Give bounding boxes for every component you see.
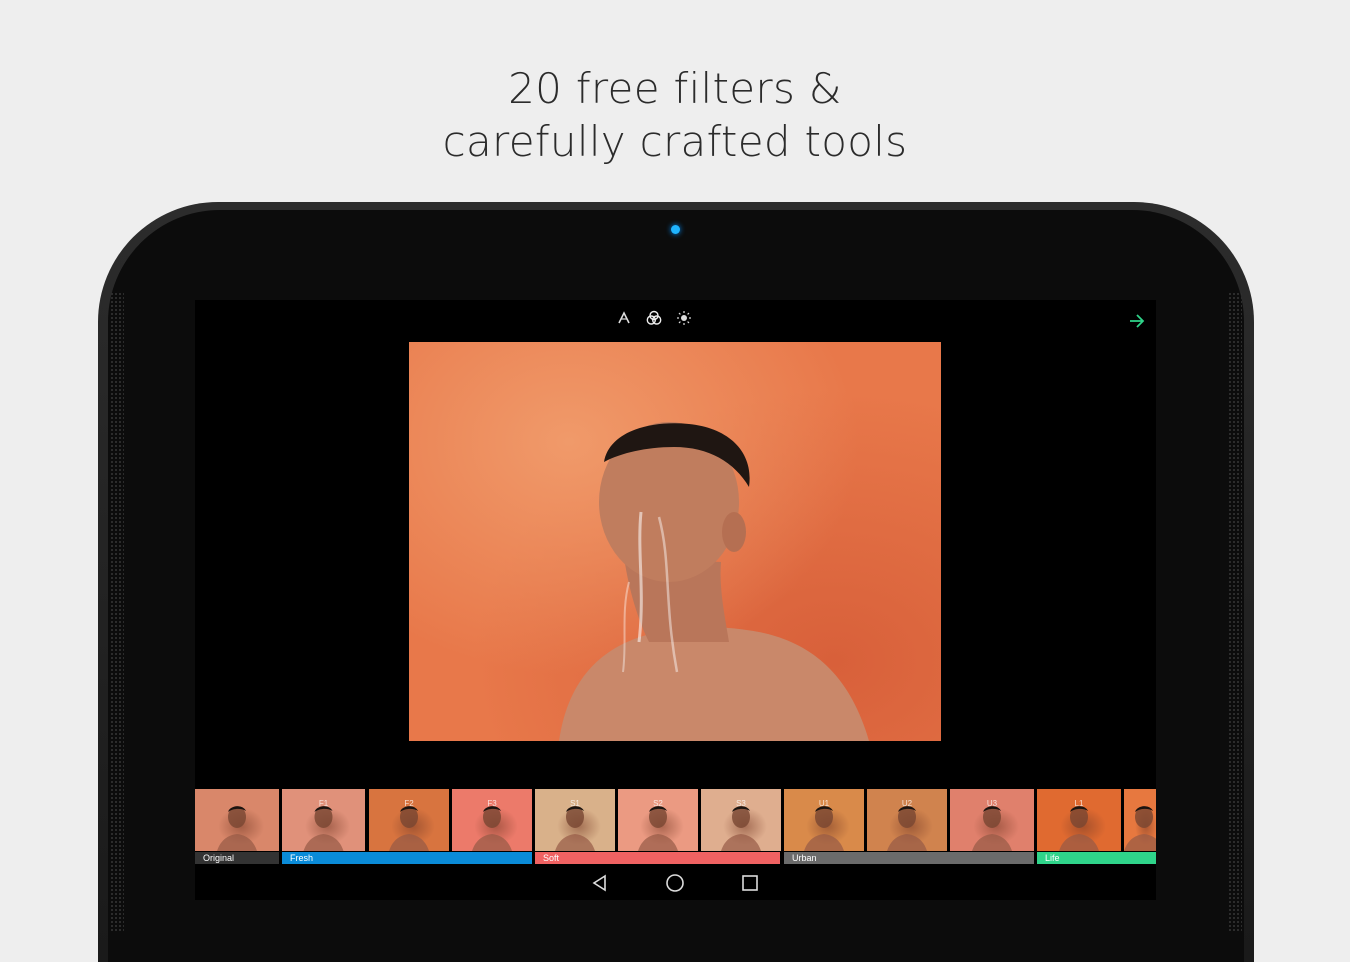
filter-preview-image (217, 806, 257, 851)
filter-thumbnail-label: L1 (1074, 799, 1084, 808)
filter-group-fresh[interactable]: Fresh (282, 852, 532, 864)
filter-thumbnail-label: S3 (736, 799, 746, 808)
filters-icon[interactable] (644, 308, 664, 328)
filter-group-life[interactable]: Life (1037, 852, 1156, 864)
filter-group-original[interactable]: Original (195, 852, 279, 864)
headline-line-2: carefully crafted tools (442, 117, 908, 166)
filter-thumbnail-label: F3 (487, 799, 497, 808)
filter-thumbnail[interactable]: S2 (618, 789, 698, 851)
filter-thumbnail[interactable]: U3 (950, 789, 1034, 851)
filter-thumbnail-label: F1 (318, 799, 329, 808)
filter-preview-image (1124, 806, 1156, 851)
back-icon (592, 874, 606, 892)
filter-thumbnail[interactable]: L1 (1037, 789, 1121, 851)
photo-preview[interactable] (409, 342, 941, 741)
arrow-right-icon (1130, 314, 1145, 328)
filter-thumbnail[interactable] (1124, 789, 1156, 851)
headline: 20 free filters & carefully crafted tool… (0, 62, 1350, 168)
filter-group-soft[interactable]: Soft (535, 852, 780, 864)
filter-thumbnail[interactable]: F2 (369, 789, 449, 851)
speaker-grille-right (1228, 292, 1242, 932)
filter-thumbnail-label: U2 (901, 799, 913, 808)
editor-screen: F1 F2 F3 S1 S2 S3 U1 U2 U3 L1 Original Fresh Soft Urb… (195, 300, 1156, 900)
back-button[interactable] (589, 872, 611, 894)
speaker-grille-left (110, 292, 124, 932)
navigation-bar (195, 864, 1156, 900)
home-button[interactable] (664, 872, 686, 894)
brightness-icon[interactable] (674, 308, 694, 328)
filter-thumbnail-label: F2 (404, 799, 414, 808)
auto-enhance-icon[interactable] (614, 308, 634, 328)
filter-thumbnail[interactable]: U2 (867, 789, 947, 851)
filter-thumbnail[interactable]: F3 (452, 789, 532, 851)
headline-line-1: 20 free filters & (508, 64, 842, 113)
home-icon (666, 874, 684, 892)
filter-thumbnail[interactable]: F1 (282, 789, 365, 851)
filter-thumbnail[interactable] (195, 789, 279, 851)
filter-thumbnail-label: S1 (570, 799, 580, 808)
filter-thumbnail[interactable]: S1 (535, 789, 615, 851)
filter-thumbnail[interactable]: S3 (701, 789, 781, 851)
portrait-photo (559, 422, 869, 741)
filter-thumbnail-label: S2 (653, 799, 663, 808)
filter-thumbnail-label: U1 (818, 799, 830, 808)
front-camera (671, 225, 680, 234)
next-button[interactable] (1126, 310, 1148, 332)
filter-thumbnail-label: U3 (986, 799, 998, 808)
filter-strip: F1 F2 F3 S1 S2 S3 U1 U2 U3 L1 Original Fresh Soft Urb… (195, 789, 1156, 864)
recents-button[interactable] (739, 872, 761, 894)
recents-icon (742, 875, 758, 891)
filter-group-urban[interactable]: Urban (784, 852, 1034, 864)
filter-thumbnail[interactable]: U1 (784, 789, 864, 851)
